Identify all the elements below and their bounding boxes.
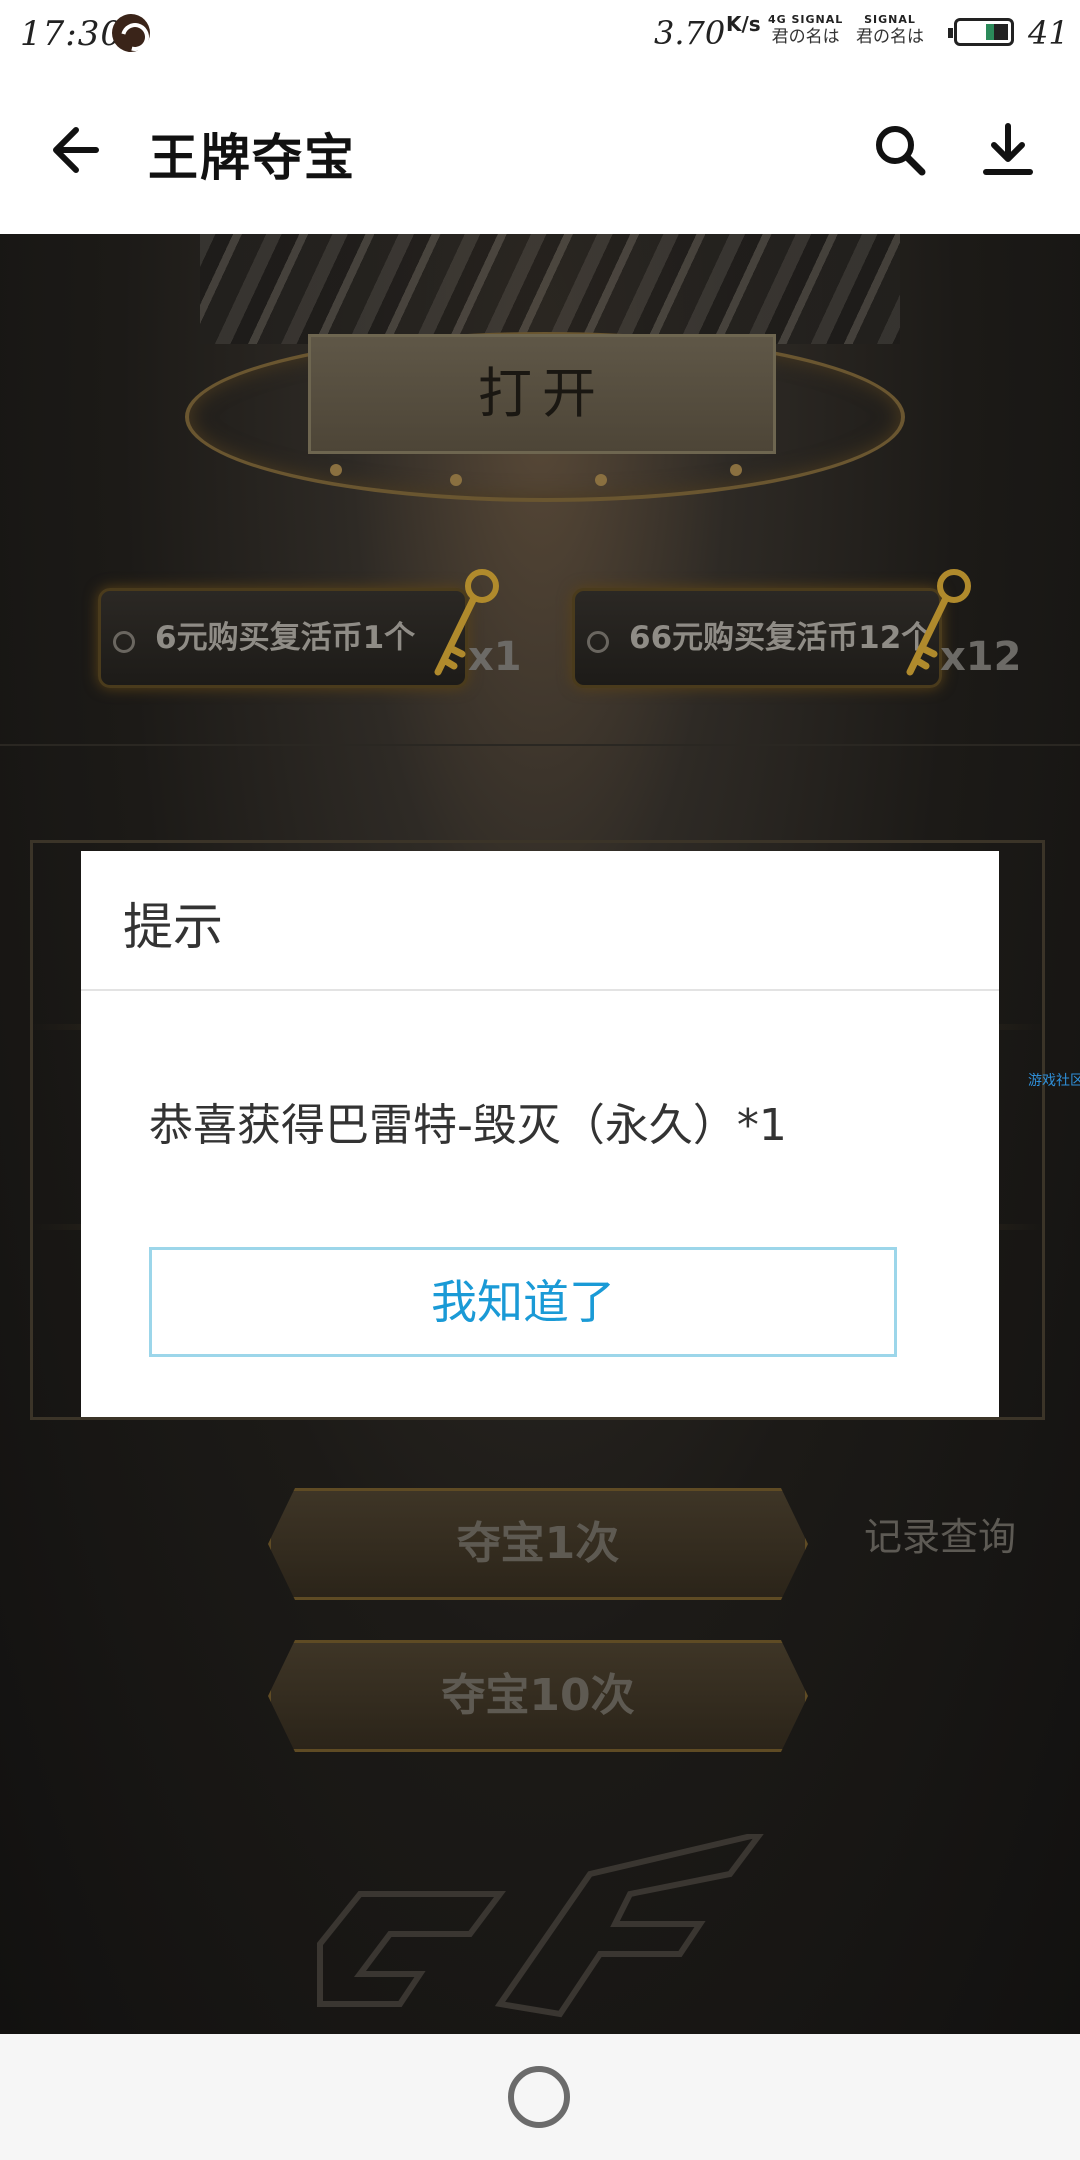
platform-light: [450, 474, 462, 486]
page-title: 王牌夺宝: [148, 128, 356, 187]
signal-1: 4G SIGNAL 君の名は: [768, 14, 843, 48]
draw-once-button[interactable]: 夺宝1次: [268, 1488, 808, 1600]
dialog-message: 恭喜获得巴雷特-毁灭（永久）*1: [149, 1100, 787, 1151]
prize-dialog: 提示 恭喜获得巴雷特-毁灭（永久）*1 我知道了: [81, 851, 999, 1417]
weapons-banner: [200, 234, 900, 344]
platform-light: [595, 474, 607, 486]
signal-1-label: 4G SIGNAL: [768, 13, 844, 26]
dialog-title: 提示: [123, 898, 223, 956]
battery-icon: [948, 18, 1014, 46]
cf-logo: [317, 1834, 764, 2018]
side-community-label[interactable]: 游戏社区: [1028, 1070, 1080, 1090]
platform-light: [730, 464, 742, 476]
signal-2: SIGNAL 君の名は: [856, 14, 924, 48]
signal-2-label: SIGNAL: [864, 13, 916, 26]
draw-ten-button[interactable]: 夺宝10次: [268, 1640, 808, 1752]
key-count-12: x12: [940, 634, 1022, 680]
status-bar: 17:30 3.70 K/s 4G SIGNAL 君の名は SIGNAL 君の名…: [0, 0, 1080, 72]
signal-2-carrier: 君の名は: [856, 27, 924, 47]
record-query-link[interactable]: 记录查询: [864, 1506, 1016, 1561]
open-chest-button[interactable]: 打开: [308, 334, 776, 454]
dialog-confirm-button[interactable]: 我知道了: [149, 1247, 897, 1357]
notification-app-icon: [112, 14, 150, 52]
navigation-bar: [0, 2034, 1080, 2160]
back-arrow-icon[interactable]: [46, 122, 102, 178]
network-speed: 3.70: [654, 14, 726, 52]
home-button-icon[interactable]: [508, 2066, 570, 2128]
buy-1-coin-button[interactable]: 6元购买复活币1个: [98, 588, 468, 688]
battery-percent: 41: [1028, 14, 1069, 52]
status-time: 17:30: [20, 14, 123, 54]
search-icon[interactable]: [872, 122, 928, 178]
network-speed-unit: K/s: [726, 12, 761, 36]
dialog-divider: [81, 989, 999, 991]
download-icon[interactable]: [978, 120, 1038, 180]
section-divider: [0, 744, 1080, 746]
battery-level: [986, 24, 1008, 40]
buy-12-coins-button[interactable]: 66元购买复活币12个: [572, 588, 942, 688]
app-bar: 王牌夺宝: [0, 72, 1080, 234]
signal-1-carrier: 君の名は: [771, 27, 840, 47]
key-count-1: x1: [468, 634, 522, 680]
platform-light: [330, 464, 342, 476]
